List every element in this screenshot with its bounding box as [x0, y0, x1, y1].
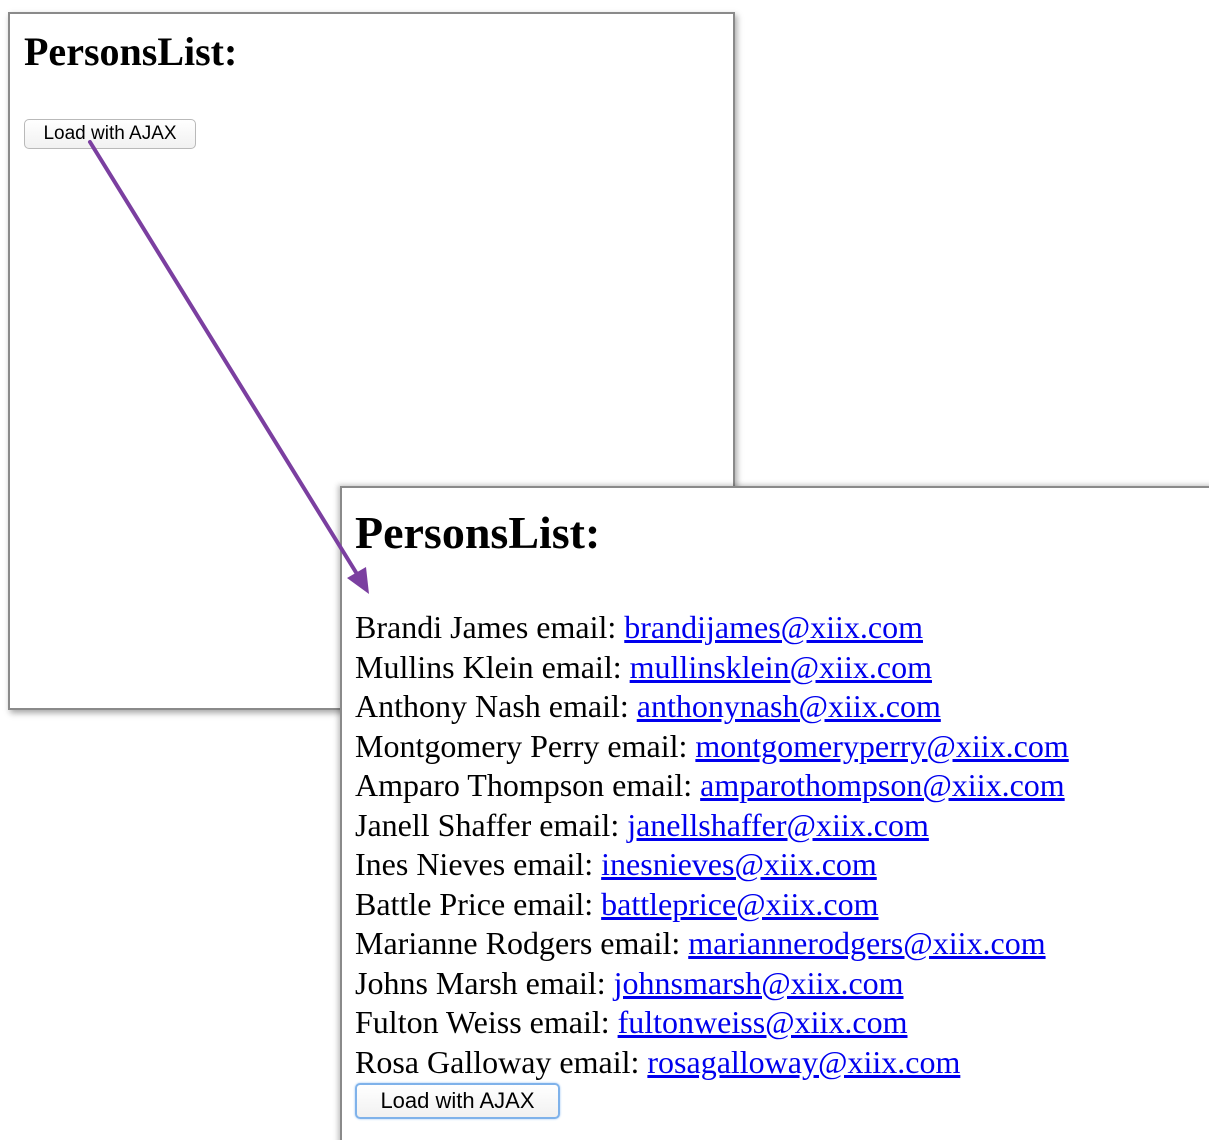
- email-label: email:: [533, 648, 630, 685]
- person-row: Amparo Thompson email: amparothompson@xi…: [355, 766, 1069, 806]
- person-email-link[interactable]: battleprice@xiix.com: [601, 886, 878, 922]
- person-name: Ines Nieves: [355, 846, 506, 882]
- person-name: Anthony Nash: [355, 688, 541, 724]
- person-row: Montgomery Perry email: montgomeryperry@…: [355, 727, 1069, 767]
- person-email-link[interactable]: montgomeryperry@xiix.com: [695, 728, 1068, 764]
- person-name: Battle Price: [355, 885, 506, 922]
- email-label: email:: [505, 885, 602, 922]
- email-label: email:: [517, 964, 614, 1001]
- person-email-link[interactable]: amparothompson@xiix.com: [700, 767, 1065, 803]
- person-row: Ines Nieves email: inesnieves@xiix.com: [355, 845, 1069, 885]
- person-row: Janell Shaffer email: janellshaffer@xiix…: [355, 806, 1069, 846]
- persons-page-after: PersonsList: Brandi James email: brandij…: [340, 486, 1209, 1140]
- email-label: email:: [604, 767, 701, 803]
- person-name: Johns Marsh: [355, 964, 518, 1001]
- person-email-link[interactable]: mullinsklein@xiix.com: [630, 649, 932, 685]
- person-name: Rosa Galloway: [355, 1043, 552, 1080]
- load-with-ajax-button[interactable]: Load with AJAX: [355, 1083, 560, 1119]
- person-row: Rosa Galloway email: rosagalloway@xiix.c…: [355, 1043, 1069, 1083]
- person-email-link[interactable]: johnsmarsh@xiix.com: [614, 965, 904, 1001]
- email-label: email:: [531, 806, 628, 843]
- person-email-link[interactable]: rosagalloway@xiix.com: [647, 1044, 960, 1080]
- person-row: Battle Price email: battleprice@xiix.com: [355, 885, 1069, 925]
- person-row: Johns Marsh email: johnsmarsh@xiix.com: [355, 964, 1069, 1004]
- person-email-link[interactable]: mariannerodgers@xiix.com: [688, 925, 1045, 961]
- email-label: email:: [599, 727, 696, 764]
- person-name: Janell Shaffer: [355, 806, 532, 843]
- person-email-link[interactable]: fultonweiss@xiix.com: [618, 1004, 908, 1040]
- person-email-link[interactable]: brandijames@xiix.com: [624, 609, 923, 645]
- person-name: Mullins Klein: [355, 648, 534, 685]
- email-label: email:: [551, 1043, 648, 1080]
- email-label: email:: [540, 688, 637, 724]
- load-with-ajax-button[interactable]: Load with AJAX: [24, 119, 196, 149]
- person-email-link[interactable]: janellshaffer@xiix.com: [627, 807, 929, 843]
- person-name: Marianne Rodgers: [355, 925, 593, 961]
- person-name: Brandi James: [355, 609, 529, 645]
- person-row: Marianne Rodgers email: mariannerodgers@…: [355, 924, 1069, 964]
- email-label: email:: [505, 846, 602, 882]
- email-label: email:: [521, 1004, 618, 1040]
- email-label: email:: [528, 609, 625, 645]
- person-name: Amparo Thompson: [355, 767, 605, 803]
- person-email-link[interactable]: anthonynash@xiix.com: [637, 688, 941, 724]
- page-title: PersonsList:: [24, 29, 238, 74]
- person-row: Mullins Klein email: mullinsklein@xiix.c…: [355, 648, 1069, 688]
- person-row: Anthony Nash email: anthonynash@xiix.com: [355, 687, 1069, 727]
- email-label: email:: [592, 925, 689, 961]
- person-name: Fulton Weiss: [355, 1004, 522, 1040]
- person-row: Fulton Weiss email: fultonweiss@xiix.com: [355, 1003, 1069, 1043]
- page-title: PersonsList:: [355, 507, 601, 558]
- person-row: Brandi James email: brandijames@xiix.com: [355, 608, 1069, 648]
- person-email-link[interactable]: inesnieves@xiix.com: [601, 846, 877, 882]
- person-list: Brandi James email: brandijames@xiix.com…: [355, 608, 1069, 1082]
- person-name: Montgomery Perry: [355, 727, 600, 764]
